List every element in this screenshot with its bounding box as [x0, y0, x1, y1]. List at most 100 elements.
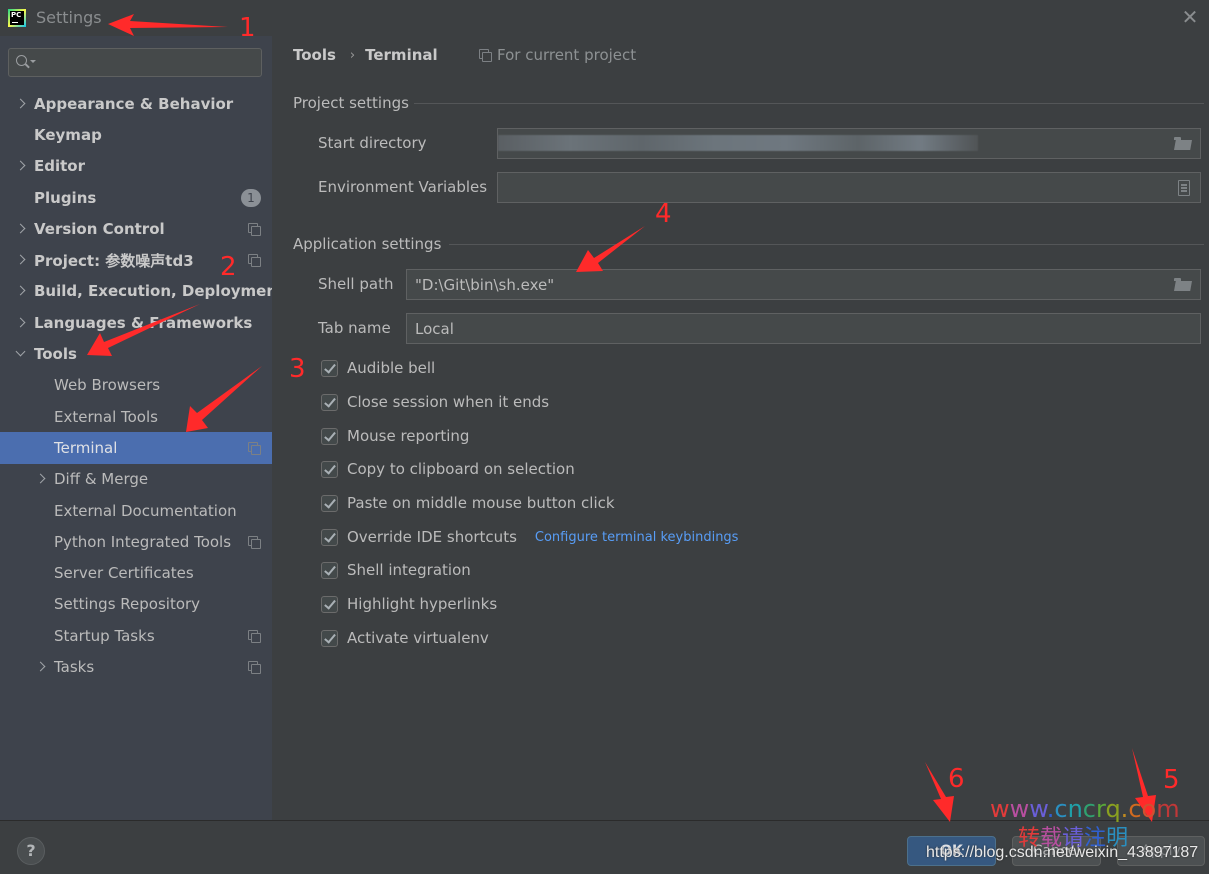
- chevron-right-icon[interactable]: [15, 223, 27, 235]
- apply-button[interactable]: Apply: [1117, 836, 1205, 866]
- project-scope-icon: [248, 254, 261, 268]
- sidebar-item-keymap[interactable]: Keymap: [0, 119, 272, 150]
- checkbox-label: Activate virtualenv: [347, 629, 489, 647]
- ok-button[interactable]: OK: [907, 836, 996, 866]
- sidebar-item-python-integrated-tools[interactable]: Python Integrated Tools: [0, 526, 272, 557]
- checkbox-checked-icon[interactable]: [321, 393, 338, 411]
- tab-name-label: Tab name: [318, 319, 391, 337]
- sidebar-item-label: Tasks: [54, 657, 95, 676]
- help-button[interactable]: ?: [17, 837, 45, 865]
- shell-path-value: "D:\Git\bin\sh.exe": [415, 275, 555, 294]
- sidebar-item-build-execution-deployment[interactable]: Build, Execution, Deployment: [0, 276, 284, 307]
- sidebar-item-plugins[interactable]: Plugins 1: [0, 182, 272, 213]
- breadcrumb-terminal: Terminal: [365, 46, 438, 64]
- project-scope-icon: [479, 49, 492, 62]
- sidebar-item-web-browsers[interactable]: Web Browsers: [0, 370, 272, 401]
- environment-variables-label: Environment Variables: [318, 178, 488, 196]
- sidebar-item-label: Appearance & Behavior: [34, 94, 234, 113]
- sidebar-item-label: Server Certificates: [54, 564, 194, 583]
- sidebar-item-server-certificates[interactable]: Server Certificates: [0, 557, 272, 588]
- start-directory-label: Start directory: [318, 134, 427, 152]
- breadcrumb: Tools › Terminal: [293, 46, 438, 64]
- breadcrumb-tools[interactable]: Tools: [293, 46, 336, 64]
- project-scope-icon: [248, 629, 261, 643]
- project-scope-icon: [248, 535, 261, 549]
- settings-sidebar: Appearance & Behavior Keymap Editor Plugins…: [0, 36, 284, 820]
- tab-name-field[interactable]: Local: [406, 313, 1201, 344]
- checkbox-highlight-hyperlinks[interactable]: Highlight hyperlinks: [321, 593, 497, 615]
- chevron-right-icon[interactable]: [35, 661, 47, 673]
- checkbox-checked-icon[interactable]: [321, 629, 338, 647]
- chevron-right-icon[interactable]: [15, 254, 27, 266]
- search-icon[interactable]: [15, 54, 36, 72]
- sidebar-item-version-control[interactable]: Version Control: [0, 213, 272, 244]
- shell-path-field[interactable]: "D:\Git\bin\sh.exe": [406, 269, 1201, 300]
- project-scope-icon: [248, 222, 261, 236]
- checkbox-checked-icon[interactable]: [321, 561, 338, 579]
- checkbox-copy-to-clipboard-on-selection[interactable]: Copy to clipboard on selection: [321, 458, 575, 480]
- start-directory-field[interactable]: [497, 128, 1201, 159]
- environment-variables-field[interactable]: [497, 172, 1201, 203]
- sidebar-item-tools[interactable]: Tools: [0, 338, 272, 369]
- configure-keybindings-link[interactable]: Configure terminal keybindings: [535, 530, 739, 545]
- checkbox-shell-integration[interactable]: Shell integration: [321, 559, 471, 581]
- chevron-right-icon[interactable]: [15, 285, 27, 297]
- checkbox-override-ide-shortcuts[interactable]: Override IDE shortcuts Configure terminal…: [321, 526, 738, 548]
- checkbox-close-session-when-it-ends[interactable]: Close session when it ends: [321, 391, 549, 413]
- browse-folder-icon[interactable]: [1174, 137, 1192, 151]
- checkbox-checked-icon[interactable]: [321, 359, 338, 377]
- checkbox-mouse-reporting[interactable]: Mouse reporting: [321, 425, 469, 447]
- shell-path-label: Shell path: [318, 275, 394, 293]
- checkbox-checked-icon[interactable]: [321, 595, 338, 613]
- checkbox-label: Copy to clipboard on selection: [347, 460, 575, 478]
- sidebar-item-label: Diff & Merge: [54, 470, 149, 489]
- pycharm-logo-icon: PC: [8, 9, 26, 27]
- checkbox-label: Audible bell: [347, 359, 436, 377]
- sidebar-item-terminal[interactable]: Terminal: [0, 432, 272, 464]
- sidebar-item-diff-merge[interactable]: Diff & Merge: [0, 464, 272, 495]
- project-scope-icon: [248, 441, 261, 455]
- sidebar-item-external-tools[interactable]: External Tools: [0, 401, 272, 432]
- checkbox-audible-bell[interactable]: Audible bell: [321, 357, 435, 379]
- chevron-right-icon[interactable]: [15, 160, 27, 172]
- close-button[interactable]: ✕: [1181, 7, 1199, 27]
- checkbox-checked-icon[interactable]: [321, 528, 338, 546]
- sidebar-item-label: Project: 参数噪声td3: [34, 251, 194, 270]
- settings-search-input[interactable]: [8, 48, 262, 77]
- breadcrumb-separator: ›: [349, 47, 356, 63]
- checkbox-label: Highlight hyperlinks: [347, 595, 498, 613]
- edit-variables-icon[interactable]: [1178, 180, 1190, 196]
- sidebar-item-external-documentation[interactable]: External Documentation: [0, 495, 272, 526]
- browse-folder-icon[interactable]: [1174, 278, 1192, 292]
- checkbox-activate-virtualenv[interactable]: Activate virtualenv: [321, 627, 489, 649]
- sidebar-item-startup-tasks[interactable]: Startup Tasks: [0, 620, 272, 651]
- checkbox-checked-icon[interactable]: [321, 460, 338, 478]
- sidebar-item-project-td3[interactable]: Project: 参数噪声td3: [0, 244, 272, 275]
- sidebar-item-label: Settings Repository: [54, 595, 201, 614]
- checkbox-checked-icon[interactable]: [321, 494, 338, 512]
- section-divider: [449, 244, 1204, 245]
- chevron-right-icon[interactable]: [15, 317, 27, 329]
- sidebar-item-label: Startup Tasks: [54, 626, 155, 645]
- sidebar-item-label: Python Integrated Tools: [54, 532, 232, 551]
- checkbox-paste-on-middle-mouse-button-click[interactable]: Paste on middle mouse button click: [321, 492, 615, 514]
- sidebar-item-appearance-behavior[interactable]: Appearance & Behavior: [0, 88, 272, 119]
- settings-tree: Appearance & Behavior Keymap Editor Plugins…: [0, 88, 284, 683]
- chevron-right-icon[interactable]: [15, 98, 27, 110]
- chevron-right-icon[interactable]: [35, 473, 47, 485]
- sidebar-item-label: Build, Execution, Deployment: [34, 282, 285, 301]
- sidebar-item-editor[interactable]: Editor: [0, 151, 272, 182]
- checkbox-label: Close session when it ends: [347, 393, 550, 411]
- checkbox-label: Shell integration: [347, 561, 471, 579]
- sidebar-item-label: External Tools: [54, 407, 158, 426]
- sidebar-item-tasks[interactable]: Tasks: [0, 651, 272, 682]
- checkbox-checked-icon[interactable]: [321, 427, 338, 445]
- sidebar-item-label: Editor: [34, 157, 85, 176]
- sidebar-item-label: Plugins: [34, 188, 97, 207]
- chevron-down-icon[interactable]: [15, 348, 27, 360]
- cancel-button[interactable]: Cancel: [1012, 836, 1101, 866]
- sidebar-item-languages-frameworks[interactable]: Languages & Frameworks: [0, 307, 272, 338]
- sidebar-item-label: Version Control: [34, 219, 165, 238]
- sidebar-item-settings-repository[interactable]: Settings Repository: [0, 589, 272, 620]
- title-bar: PC Settings ✕: [0, 0, 1209, 36]
